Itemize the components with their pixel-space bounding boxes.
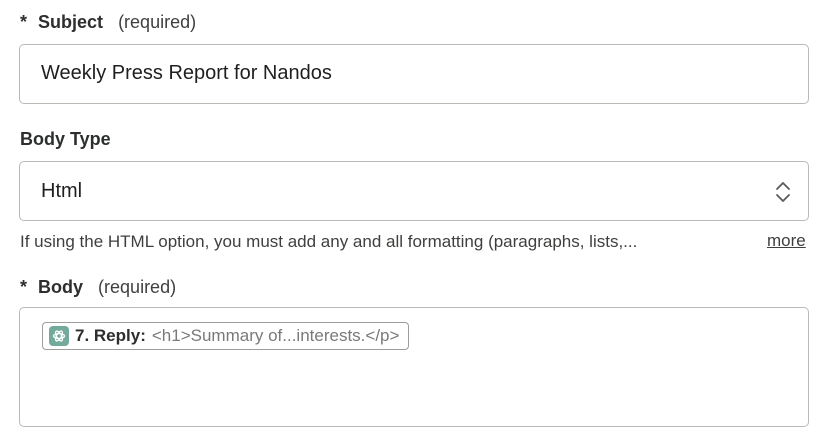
subject-field-label: * Subject (required) xyxy=(20,12,196,33)
required-asterisk: * xyxy=(20,12,28,32)
body-type-selected-value: Html xyxy=(41,180,83,202)
body-field-label: * Body (required) xyxy=(20,277,176,298)
pill-step-label: 7. Reply: xyxy=(75,326,146,345)
more-link[interactable]: more xyxy=(767,231,806,251)
subject-input[interactable]: Weekly Press Report for Nandos xyxy=(19,44,809,104)
mapped-field-pill[interactable]: 7. Reply: <h1>Summary of...interests.</p… xyxy=(42,322,410,350)
body-input[interactable]: 7. Reply: <h1>Summary of...interests.</p… xyxy=(19,307,809,427)
openai-icon xyxy=(49,326,69,346)
pill-value: <h1>Summary of...interests.</p> xyxy=(151,326,400,345)
subject-label: Subject xyxy=(38,12,104,32)
required-asterisk: * xyxy=(20,277,28,297)
subject-required-note: (required) xyxy=(118,12,197,32)
body-label: Body xyxy=(38,277,84,297)
body-type-label: Body Type xyxy=(20,129,111,149)
subject-input-value: Weekly Press Report for Nandos xyxy=(41,62,332,84)
body-required-note: (required) xyxy=(98,277,177,297)
body-type-help-text: If using the HTML option, you must add a… xyxy=(20,232,638,251)
body-type-select[interactable]: Html xyxy=(19,161,809,221)
select-chevron-icon xyxy=(776,182,790,202)
